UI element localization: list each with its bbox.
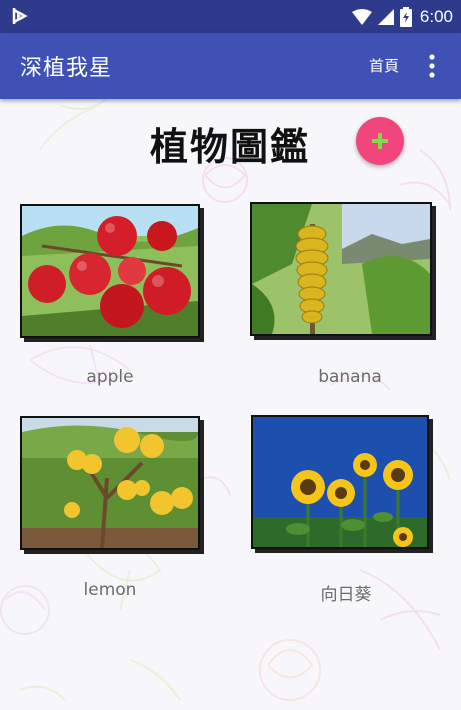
plant-label: 向日葵 <box>320 585 372 605</box>
apple-image <box>22 206 198 336</box>
plant-card-lemon[interactable]: lemon <box>20 416 200 606</box>
plant-card-apple[interactable]: apple <box>20 204 200 394</box>
plant-label: banana <box>318 367 382 387</box>
wifi-icon <box>351 9 372 25</box>
banana-image <box>252 204 430 334</box>
banana-photo <box>250 202 432 336</box>
lemon-photo <box>20 416 200 550</box>
notification-icon <box>12 8 28 24</box>
app-bar: 深植我星 首頁 <box>0 33 461 99</box>
sunflower-image <box>253 417 427 547</box>
plant-card-sunflower[interactable]: 向日葵 <box>251 415 429 605</box>
sunflower-photo <box>251 415 429 549</box>
app-title: 深植我星 <box>20 56 113 81</box>
apple-photo <box>20 204 200 338</box>
status-time: 6:00 <box>419 7 453 26</box>
plant-card-banana[interactable]: banana <box>250 202 432 392</box>
signal-icon <box>377 9 394 25</box>
home-menu-button[interactable]: 首頁 <box>369 55 399 76</box>
status-bar: 6:00 <box>0 0 461 33</box>
plant-catalog-screen: 6:00 深植我星 首頁 植物圖鑑 apple banana lemon 向日葵 <box>0 0 461 710</box>
status-icons: 6:00 <box>351 6 453 28</box>
plus-icon <box>372 133 388 149</box>
more-vert-icon[interactable] <box>424 53 440 79</box>
battery-charging-icon <box>399 7 412 27</box>
add-plant-button[interactable] <box>356 117 404 165</box>
lemon-image <box>22 418 198 548</box>
plant-label: apple <box>86 367 134 387</box>
plant-label: lemon <box>83 580 137 600</box>
page-title: 植物圖鑑 <box>149 125 310 169</box>
